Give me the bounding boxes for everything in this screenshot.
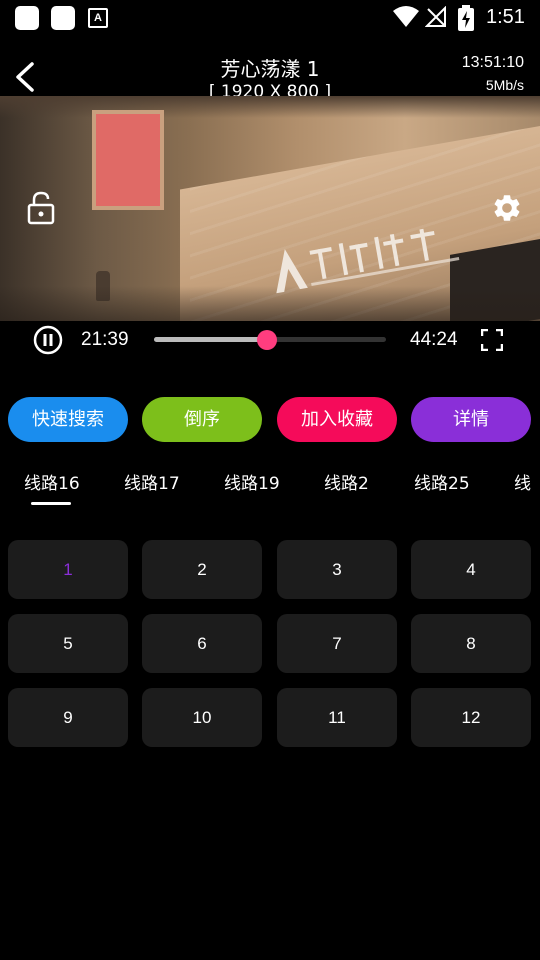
episode-button[interactable]: 5 <box>8 614 128 673</box>
tab-line-16[interactable]: 线路16 <box>24 469 80 494</box>
progress-slider[interactable] <box>154 330 386 350</box>
tab-line-2[interactable]: 线路2 <box>324 469 369 494</box>
font-a-icon: A <box>88 8 108 28</box>
quick-search-button[interactable]: 快速搜索 <box>8 397 128 442</box>
status-time: 1:51 <box>486 6 525 28</box>
detail-button[interactable]: 详情 <box>411 397 531 442</box>
battery-charging-icon <box>458 5 474 31</box>
active-tab-indicator <box>31 502 71 505</box>
video-frame[interactable] <box>0 96 540 321</box>
no-signal-icon <box>425 6 446 27</box>
episode-button[interactable]: 6 <box>142 614 262 673</box>
add-favorite-button[interactable]: 加入收藏 <box>277 397 397 442</box>
tab-line-partial[interactable]: 线 <box>514 469 531 494</box>
episode-button[interactable]: 7 <box>277 614 397 673</box>
episode-button[interactable]: 4 <box>411 540 531 599</box>
current-time: 21:39 <box>81 329 129 350</box>
app-notification-icon <box>15 6 39 30</box>
app-notification-icon <box>51 6 75 30</box>
episode-button[interactable]: 12 <box>411 688 531 747</box>
lock-icon[interactable] <box>27 191 55 225</box>
tab-line-19[interactable]: 线路19 <box>224 469 280 494</box>
episode-button[interactable]: 3 <box>277 540 397 599</box>
wifi-icon <box>393 6 419 27</box>
progress-fill <box>154 337 267 342</box>
status-bar: A 1:51 <box>0 0 540 36</box>
progress-thumb[interactable] <box>256 330 277 350</box>
episode-button[interactable]: 2 <box>142 540 262 599</box>
scene-red-panel <box>92 110 164 210</box>
episode-button[interactable]: 8 <box>411 614 531 673</box>
episode-button[interactable]: 11 <box>277 688 397 747</box>
network-speed: 5Mb/s <box>485 77 524 93</box>
video-title: 芳心荡漾 1 <box>220 57 320 81</box>
reverse-order-button[interactable]: 倒序 <box>142 397 262 442</box>
total-time: 44:24 <box>410 329 458 350</box>
tab-line-17[interactable]: 线路17 <box>124 469 180 494</box>
settings-icon[interactable] <box>491 192 523 224</box>
fullscreen-icon[interactable] <box>481 329 503 351</box>
episode-button[interactable]: 1 <box>8 540 128 599</box>
scene-floor-shadow <box>0 286 540 321</box>
clock-readout: 13:51:10 <box>461 54 524 71</box>
pause-icon[interactable] <box>33 325 63 355</box>
scene-ceiling <box>0 96 540 118</box>
episode-button[interactable]: 10 <box>142 688 262 747</box>
episode-button[interactable]: 9 <box>8 688 128 747</box>
tab-line-25[interactable]: 线路25 <box>414 469 470 494</box>
